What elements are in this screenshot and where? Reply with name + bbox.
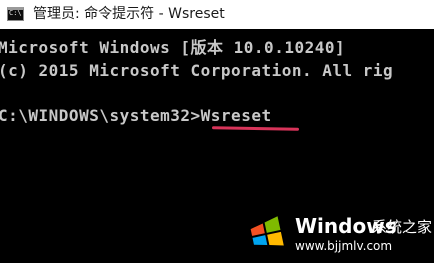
watermark-subtitle: 系统之家	[372, 218, 433, 236]
title-bar[interactable]: C:\ 管理员: 命令提示符 - Wsreset	[0, 0, 434, 29]
console-line-version: Microsoft Windows [版本 10.0.10240]	[0, 38, 346, 57]
window-title: 管理员: 命令提示符 - Wsreset	[33, 6, 225, 22]
prompt-glyph: C:\	[9, 9, 22, 17]
console-line-copyright: (c) 2015 Microsoft Corporation. All rig	[0, 61, 394, 80]
watermark-url: www.bjjmlv.com	[295, 239, 393, 253]
cmd-icon[interactable]: C:\	[7, 7, 24, 21]
command-highlight-underline	[211, 126, 300, 131]
windows-logo-icon	[250, 216, 284, 246]
watermark: Windows 系统之家 www.bjjmlv.com	[242, 204, 434, 263]
console-line-command: C:\WINDOWS\system32>Wsreset	[0, 106, 272, 125]
command-prompt-window: C:\ 管理员: 命令提示符 - Wsreset Microsoft Windo…	[0, 0, 434, 263]
